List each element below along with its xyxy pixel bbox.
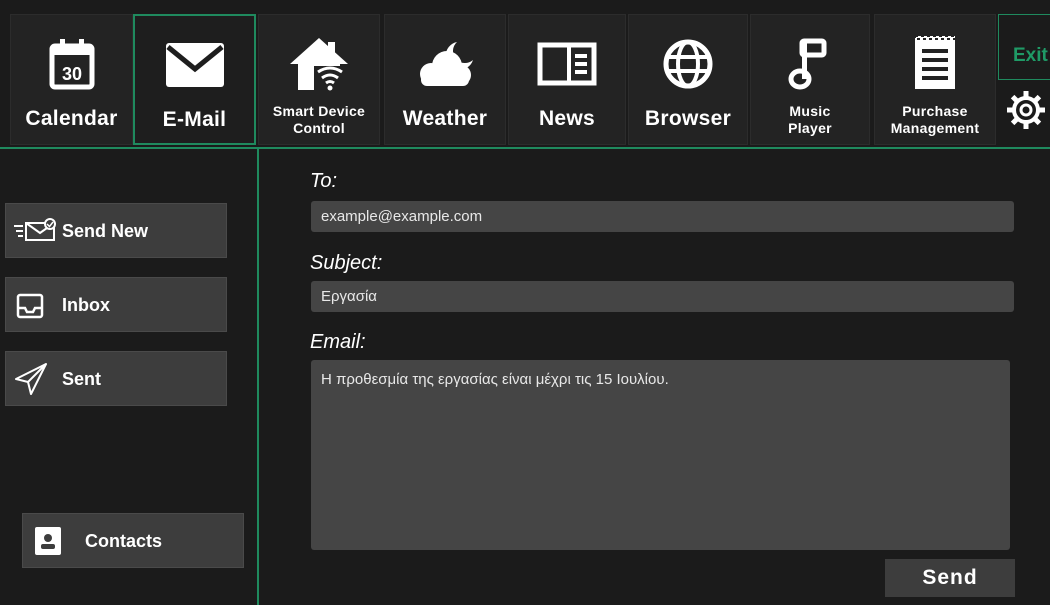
app-tile-smart-device-control[interactable]: Smart Device Control (258, 14, 380, 145)
app-label: Calendar (25, 107, 118, 130)
contact-card-icon (35, 527, 61, 560)
inbox-button[interactable]: Inbox (5, 277, 227, 332)
calendar-icon: 30 (11, 33, 132, 95)
cloud-moon-icon (385, 33, 505, 95)
app-label: Weather (402, 107, 488, 130)
email-label: Email: (310, 331, 366, 353)
to-field[interactable]: example@example.com (311, 201, 1014, 232)
app-label: News (538, 107, 596, 130)
sidebar-divider (257, 149, 259, 605)
envelope-icon (135, 34, 254, 96)
app-tile-purchase-management[interactable]: Purchase Management (874, 14, 996, 145)
app-tile-music-player[interactable]: Music Player (750, 14, 870, 145)
send-mail-icon (14, 218, 58, 247)
app-tile-news[interactable]: News (508, 14, 626, 145)
send-new-label: Send New (62, 221, 149, 241)
exit-button[interactable]: Exit (998, 14, 1050, 80)
app-tile-browser[interactable]: Browser (628, 14, 748, 145)
app-label: E-Mail (162, 108, 227, 131)
globe-icon (629, 33, 747, 95)
to-label: To: (310, 170, 338, 192)
send-button[interactable]: Send (885, 559, 1015, 597)
smart-home-icon (259, 33, 379, 95)
gear-icon[interactable] (1006, 90, 1046, 135)
sent-label: Sent (62, 369, 102, 389)
sent-button[interactable]: Sent (5, 351, 227, 406)
app-tile-calendar[interactable]: 30 Calendar (10, 14, 133, 145)
inbox-label: Inbox (62, 295, 110, 315)
paper-plane-icon (14, 362, 48, 401)
app-label: Music Player (788, 103, 832, 136)
receipt-icon (875, 33, 995, 95)
app-label: Purchase Management (890, 103, 980, 136)
app-tile-email[interactable]: E-Mail (133, 14, 256, 145)
app-label: Browser (644, 107, 732, 130)
music-note-icon (751, 33, 869, 95)
newspaper-icon (509, 33, 625, 95)
contacts-button[interactable]: Contacts (22, 513, 244, 568)
app-label: Smart Device Control (272, 103, 366, 136)
subject-label: Subject: (310, 252, 383, 274)
header-divider (0, 147, 1050, 149)
send-new-button[interactable]: Send New (5, 203, 227, 258)
app-tile-weather[interactable]: Weather (384, 14, 506, 145)
app-bar: 30 Calendar E-Mail Smart Device Control … (0, 0, 1050, 147)
inbox-icon (16, 293, 44, 324)
email-body-field[interactable]: Η προθεσμία της εργασίας είναι μέχρι τις… (311, 360, 1010, 550)
calendar-badge: 30 (61, 64, 81, 84)
subject-field[interactable]: Εργασία (311, 281, 1014, 312)
contacts-label: Contacts (85, 531, 163, 551)
